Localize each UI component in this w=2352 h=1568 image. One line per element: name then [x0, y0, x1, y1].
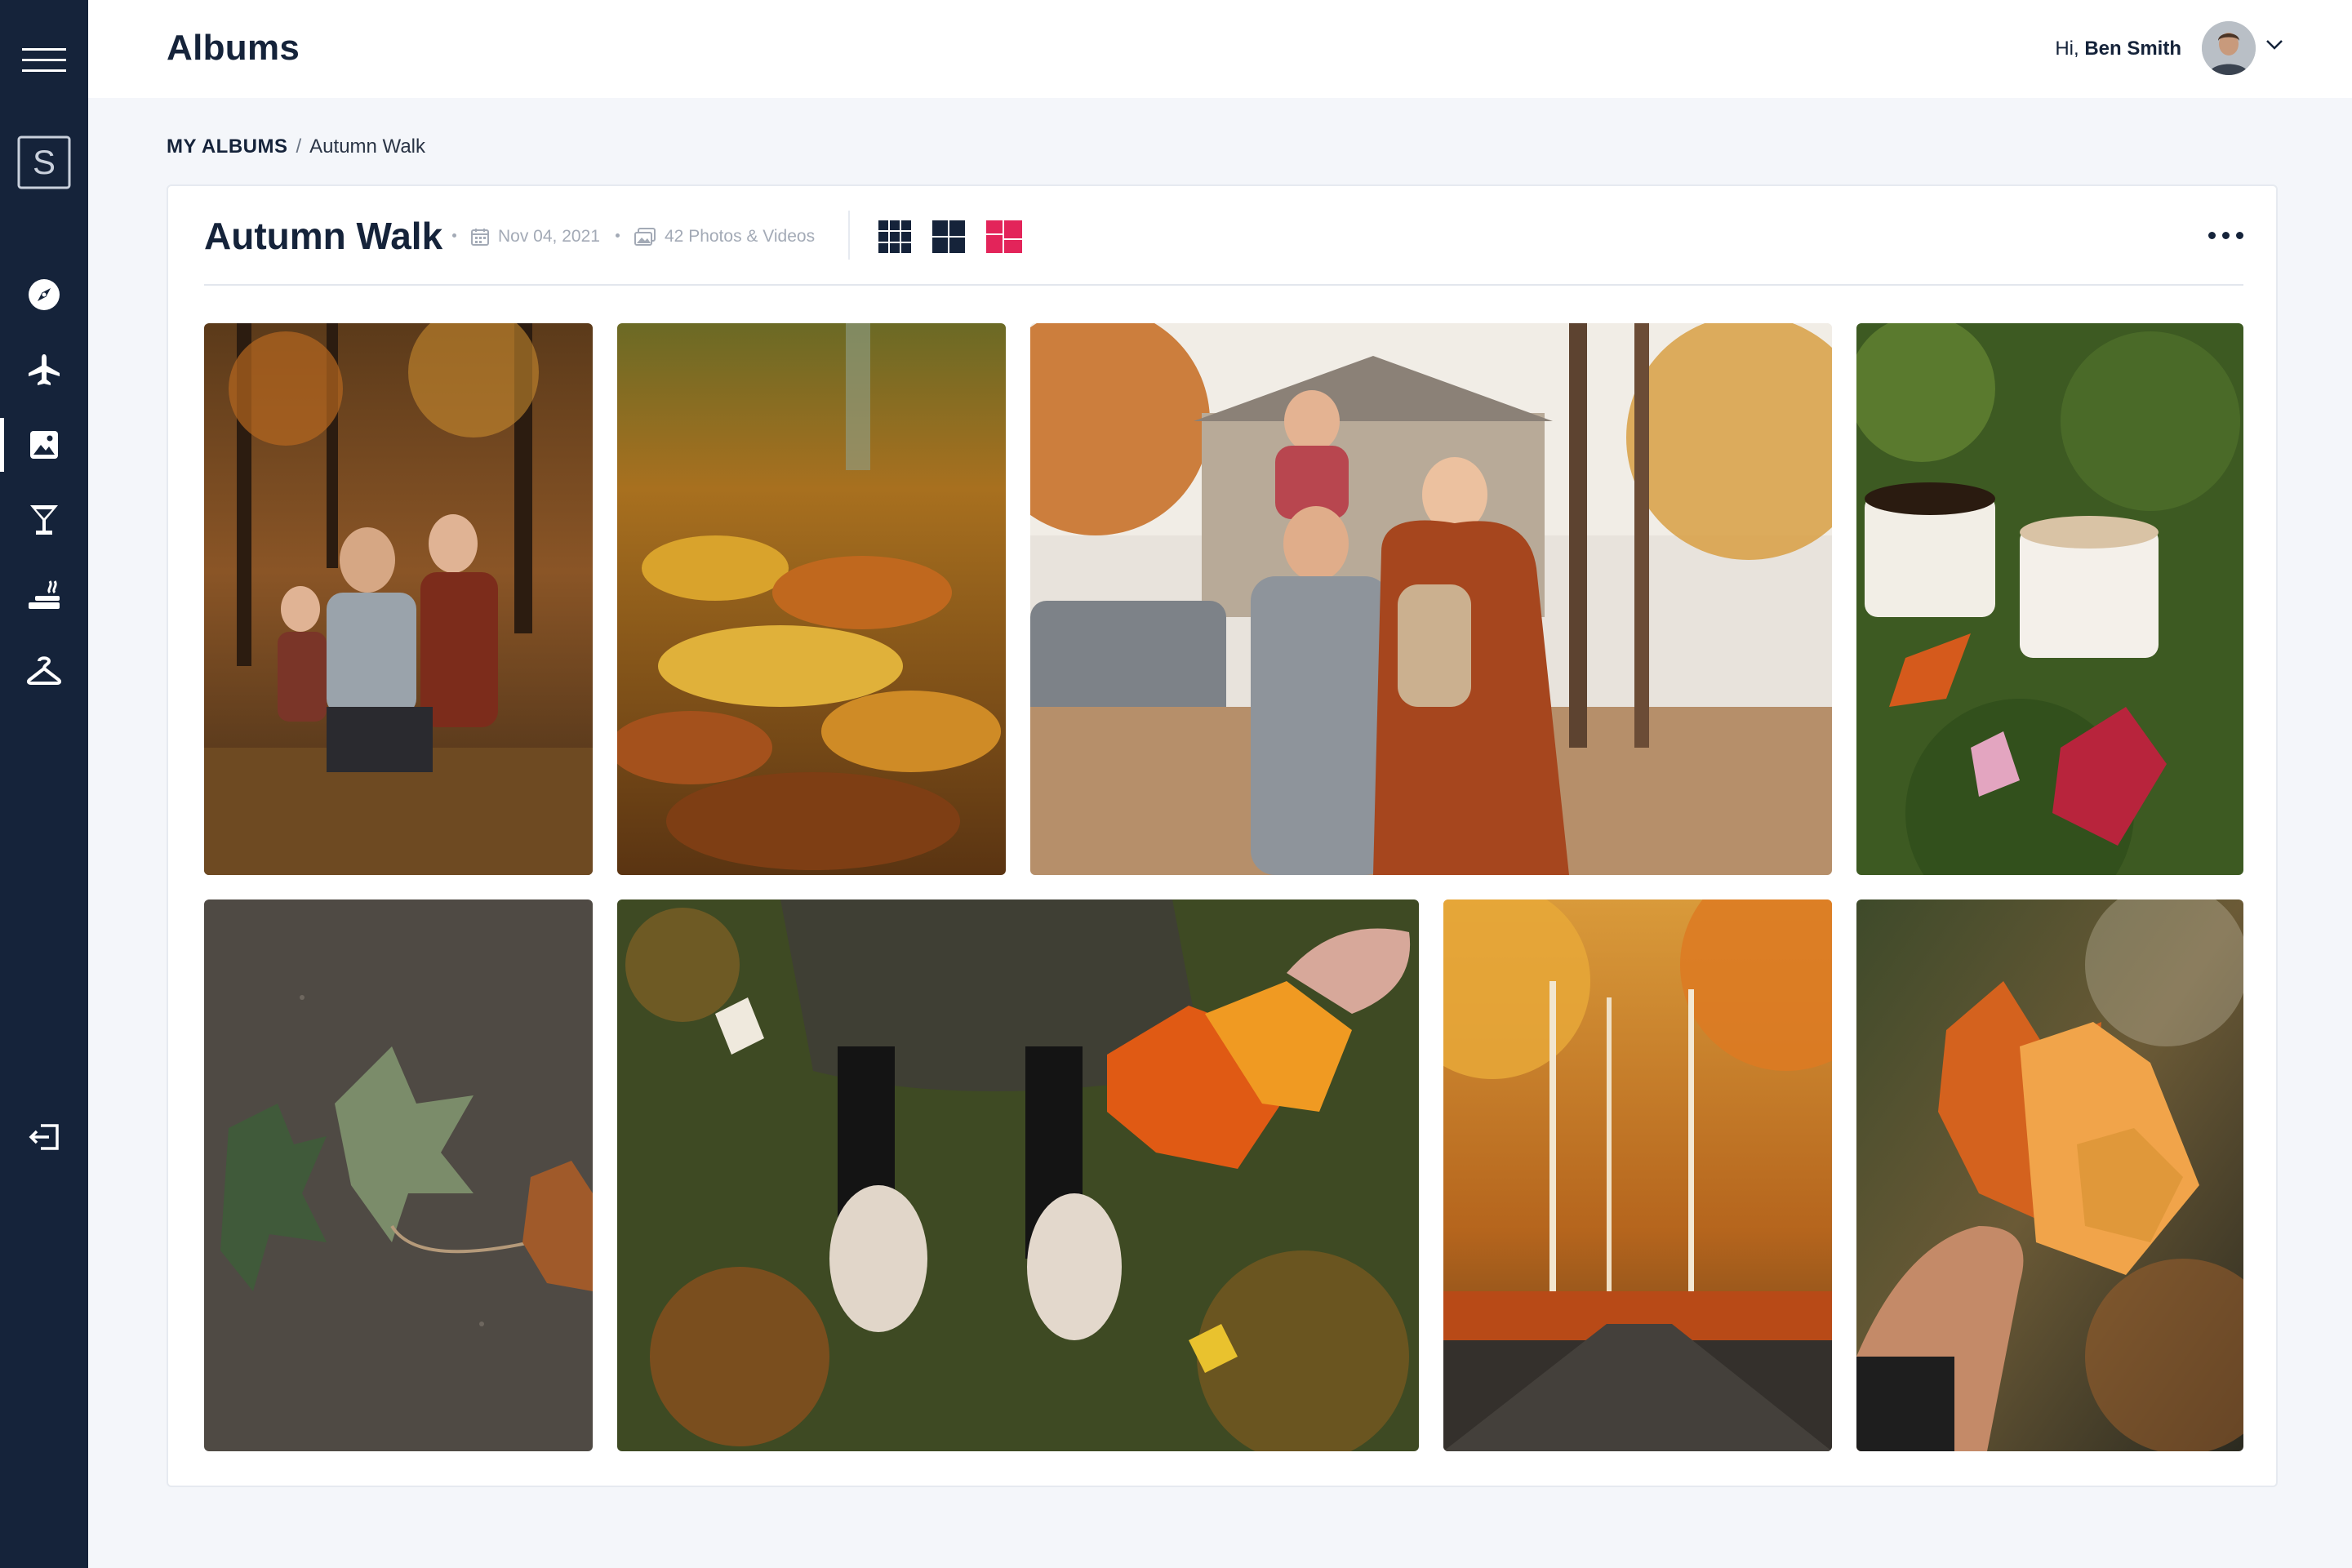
photo-hand-holding-leaves[interactable] [1856, 899, 2243, 1451]
compass-icon[interactable] [0, 274, 88, 315]
more-options-button[interactable] [2208, 232, 2243, 239]
album-card: Autumn Walk Nov 04, 2021 42 Photos & Vid… [167, 184, 2278, 1487]
logout-icon[interactable] [0, 1117, 88, 1157]
photo-fallen-leaves-closeup[interactable] [617, 323, 1006, 875]
image-icon[interactable] [0, 424, 88, 465]
dot [2236, 232, 2243, 239]
chevron-down-icon[interactable] [2265, 39, 2283, 55]
album-date-text: Nov 04, 2021 [498, 227, 600, 246]
album-date: Nov 04, 2021 [470, 227, 600, 247]
masonry-icon [986, 220, 1022, 253]
breadcrumb-separator: / [296, 135, 302, 158]
logo[interactable]: S [0, 134, 88, 191]
airplane-icon[interactable] [0, 349, 88, 390]
dot [2222, 232, 2230, 239]
toolbar-divider [848, 211, 850, 260]
photos-icon [634, 228, 656, 246]
user-name: Ben Smith [2084, 38, 2181, 60]
top-header: Albums Hi, Ben Smith [88, 0, 2352, 98]
avatar[interactable] [2202, 21, 2256, 75]
breadcrumb: MY ALBUMS / Autumn Walk [167, 135, 425, 158]
menu-icon[interactable] [0, 34, 88, 87]
photo-enamel-mugs-on-leaves[interactable] [1856, 323, 2243, 875]
grid-3-icon [878, 220, 911, 253]
grid-3-view-button[interactable] [878, 220, 911, 253]
album-count: 42 Photos & Videos [634, 227, 815, 247]
album-count-text: 42 Photos & Videos [665, 227, 816, 246]
svg-text:S: S [33, 143, 56, 181]
cocktail-icon[interactable] [0, 500, 88, 540]
calendar-icon [471, 229, 489, 246]
breadcrumb-current: Autumn Walk [309, 135, 425, 158]
grid-2-view-button[interactable] [932, 220, 965, 253]
user-greeting: Hi, Ben Smith [2055, 38, 2181, 60]
header-divider [204, 284, 2243, 286]
photo-autumn-road-forest[interactable] [1443, 899, 1832, 1451]
masonry-view-button[interactable] [986, 220, 1022, 253]
page-title: Albums [167, 28, 300, 68]
hanger-icon[interactable] [0, 650, 88, 691]
photo-family-in-forest[interactable] [204, 323, 593, 875]
album-title: Autumn Walk [204, 215, 443, 257]
breadcrumb-root[interactable]: MY ALBUMS [167, 135, 288, 158]
sidebar: S [0, 0, 88, 1568]
greeting-prefix: Hi, [2055, 38, 2085, 60]
spa-icon[interactable] [0, 575, 88, 615]
photo-feet-on-leaves-holding-leaf[interactable] [617, 899, 1419, 1451]
grid-2-icon [932, 220, 965, 253]
photo-maple-leaves-on-ground[interactable] [204, 899, 593, 1451]
meta-dot [616, 233, 620, 238]
meta-dot [452, 233, 456, 238]
photo-family-in-front-of-house[interactable] [1030, 323, 1832, 875]
dot [2208, 232, 2216, 239]
